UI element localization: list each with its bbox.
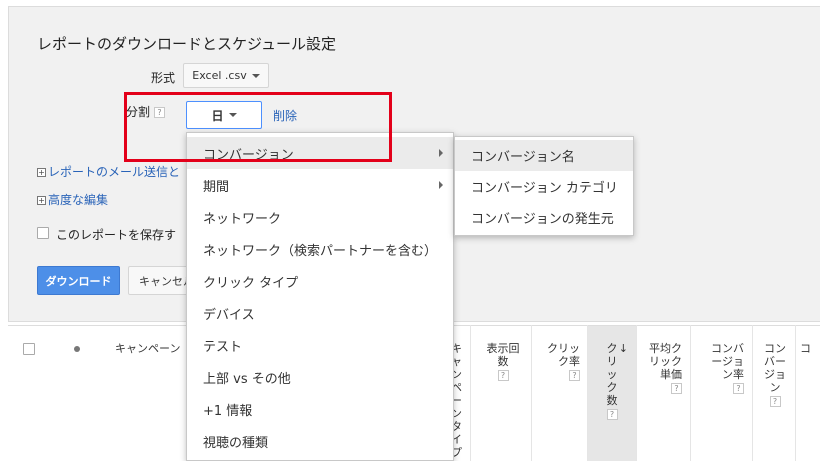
column-divider — [795, 325, 796, 461]
menu-item-label: コンバージョン — [203, 147, 294, 163]
help-icon[interactable]: ? — [154, 107, 166, 118]
conversions-column-header[interactable]: コンバージョン? — [760, 342, 790, 407]
chevron-down-icon — [251, 73, 260, 78]
column-divider — [752, 325, 753, 461]
column-divider — [470, 325, 471, 461]
panel-title: レポートのダウンロードとスケジュール設定 — [37, 35, 336, 53]
submenu-item-label: コンバージョンの発生元 — [471, 212, 614, 227]
menu-item-label: 期間 — [203, 179, 230, 195]
menu-item-network[interactable]: ネットワーク — [187, 201, 453, 233]
save-report-label: このレポートを保存す — [56, 228, 177, 242]
menu-item-device[interactable]: デバイス — [187, 297, 453, 329]
conversion-rate-column-header[interactable]: コンバージョン率? — [700, 342, 744, 394]
segment-label: 分割? — [126, 103, 178, 120]
menu-item-label: 視聴の種類 — [203, 435, 269, 451]
segment-dropdown-menu: コンバージョン 期間 ネットワーク ネットワーク（検索パートナーを含む） クリッ… — [186, 132, 454, 461]
conversions-label: コンバージョン — [764, 342, 786, 394]
save-report-checkbox[interactable] — [37, 227, 49, 239]
menu-item-conversion[interactable]: コンバージョン — [187, 137, 453, 169]
sort-desc-icon: ↓ — [618, 342, 628, 355]
help-icon[interactable]: ? — [769, 395, 781, 407]
format-label: 形式 — [150, 71, 175, 85]
avg-cpc-column-header[interactable]: 平均クリック単価? — [642, 342, 682, 394]
status-dot-icon — [74, 346, 80, 352]
help-icon[interactable]: ? — [497, 369, 509, 381]
avg-cpc-label: 平均クリック単価 — [649, 342, 682, 381]
menu-item-label: ネットワーク — [203, 211, 282, 227]
conversion-submenu: コンバージョン名 コンバージョン カテゴリ コンバージョンの発生元 — [454, 136, 634, 236]
impressions-column-header[interactable]: 表示回数? — [480, 342, 526, 381]
menu-item-period[interactable]: 期間 — [187, 169, 453, 201]
menu-item-plus-one[interactable]: +1 情報 — [187, 393, 453, 425]
submenu-item-conversion-source[interactable]: コンバージョンの発生元 — [455, 202, 633, 233]
format-dropdown[interactable]: Excel .csv — [183, 63, 269, 88]
help-icon[interactable]: ? — [733, 382, 744, 394]
menu-item-label: クリック タイプ — [203, 275, 299, 291]
expand-icon: + — [37, 168, 46, 177]
clicks-label: クリック数 — [606, 342, 618, 407]
campaign-column-header[interactable]: キャンペーン — [115, 342, 185, 355]
cancel-button[interactable]: キャンセル — [128, 266, 194, 295]
select-all-checkbox[interactable] — [23, 343, 35, 355]
menu-item-click-type[interactable]: クリック タイプ — [187, 265, 453, 297]
ctr-column-header[interactable]: クリック率? — [536, 342, 580, 381]
help-icon[interactable]: ? — [569, 369, 580, 381]
email-schedule-label: レポートのメール送信と — [48, 165, 181, 179]
submenu-item-label: コンバージョン カテゴリ — [471, 181, 618, 196]
clicks-column-header[interactable]: クリック数 ↓ ? — [588, 326, 636, 461]
delete-segment-link[interactable]: 削除 — [273, 107, 297, 124]
column-divider — [690, 325, 691, 461]
conversion-rate-label: コンバージョン率 — [711, 342, 744, 381]
chevron-down-icon — [228, 113, 237, 117]
report-settings-screen: レポートのダウンロードとスケジュール設定 形式 Excel .csv 分割? 日… — [0, 0, 820, 461]
download-button[interactable]: ダウンロード — [37, 266, 120, 295]
chevron-right-icon — [439, 149, 443, 157]
menu-item-top-vs-other[interactable]: 上部 vs その他 — [187, 361, 453, 393]
menu-item-label: デバイス — [203, 307, 255, 323]
chevron-right-icon — [439, 181, 443, 189]
segment-dropdown[interactable]: 日 — [186, 101, 262, 129]
next-column-header[interactable]: コ — [800, 342, 818, 355]
menu-item-label: ネットワーク（検索パートナーを含む） — [203, 243, 438, 259]
submenu-item-conversion-name[interactable]: コンバージョン名 — [455, 140, 633, 171]
next-column-label: コ — [800, 342, 811, 355]
submenu-item-label: コンバージョン名 — [471, 150, 575, 165]
menu-item-view-type[interactable]: 視聴の種類 — [187, 425, 453, 457]
email-schedule-link[interactable]: + レポートのメール送信と — [37, 163, 187, 180]
column-divider — [531, 325, 532, 461]
segment-label-text: 分割 — [126, 105, 151, 119]
menu-item-label: +1 情報 — [203, 403, 253, 419]
help-icon[interactable]: ? — [671, 382, 682, 394]
ctr-label: クリック率 — [547, 342, 580, 368]
impressions-label: 表示回数 — [486, 342, 520, 368]
submenu-item-conversion-category[interactable]: コンバージョン カテゴリ — [455, 171, 633, 202]
menu-item-label: テスト — [203, 339, 243, 355]
help-icon[interactable]: ? — [606, 408, 618, 420]
menu-item-network-with-search-partners[interactable]: ネットワーク（検索パートナーを含む） — [187, 233, 453, 265]
advanced-edit-link[interactable]: + 高度な編集 — [37, 191, 108, 208]
segment-value: 日 — [211, 108, 224, 123]
expand-icon: + — [37, 196, 46, 205]
menu-item-label: 上部 vs その他 — [203, 371, 291, 387]
format-value: Excel .csv — [192, 69, 247, 82]
column-divider — [636, 325, 637, 461]
menu-item-test[interactable]: テスト — [187, 329, 453, 361]
advanced-edit-label: 高度な編集 — [48, 193, 109, 207]
